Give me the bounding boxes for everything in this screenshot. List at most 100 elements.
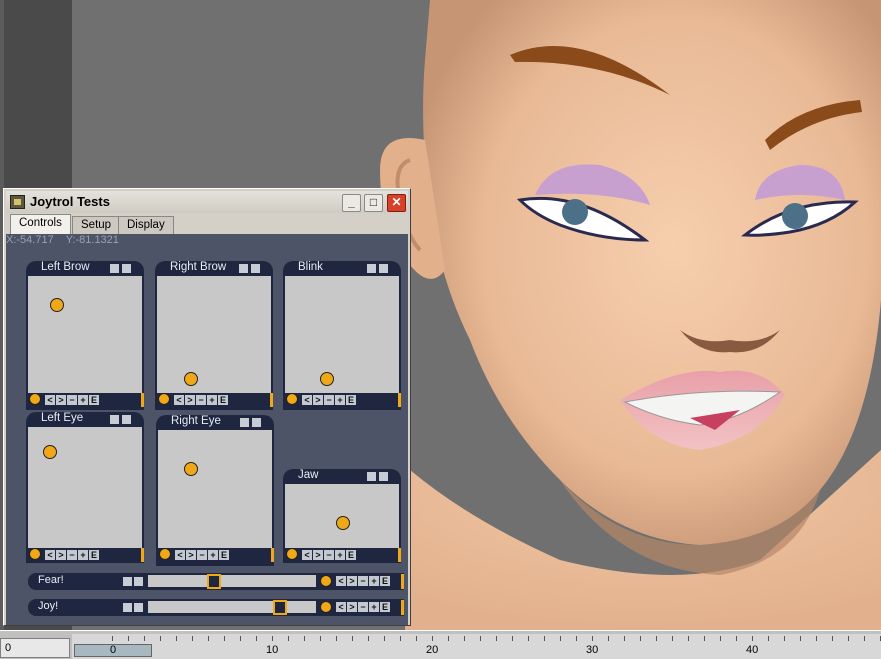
key-icon[interactable] xyxy=(159,548,171,560)
prev-key-button[interactable]: < xyxy=(175,550,185,560)
remove-button[interactable]: − xyxy=(358,602,368,612)
header-toggle-icon[interactable] xyxy=(110,264,119,273)
key-icon[interactable] xyxy=(320,601,332,613)
ruler-tick xyxy=(848,636,849,641)
joystick-2: Right Brow < > − + E xyxy=(155,261,273,410)
header-toggle-icon[interactable] xyxy=(122,264,131,273)
remove-button[interactable]: − xyxy=(196,395,206,405)
coord-y: Y:-81.1321 xyxy=(65,234,119,246)
ruler-tick xyxy=(864,636,865,641)
header-toggle-icon[interactable] xyxy=(239,264,248,273)
slider-toggle-icon[interactable] xyxy=(134,603,143,612)
next-key-button[interactable]: > xyxy=(186,550,196,560)
joystick-field[interactable] xyxy=(158,430,272,548)
joystick-field[interactable] xyxy=(28,427,142,548)
add-button[interactable]: + xyxy=(335,550,345,560)
next-key-button[interactable]: > xyxy=(347,602,357,612)
next-key-button[interactable]: > xyxy=(56,395,66,405)
ruler-tick xyxy=(176,636,177,641)
slider-toggle-icon[interactable] xyxy=(134,577,143,586)
key-icon[interactable] xyxy=(286,393,298,405)
header-toggle-icon[interactable] xyxy=(252,418,261,427)
edit-button[interactable]: E xyxy=(89,395,99,405)
key-icon[interactable] xyxy=(286,548,298,560)
prev-key-button[interactable]: < xyxy=(302,550,312,560)
key-icon[interactable] xyxy=(320,575,332,587)
joystick-knob[interactable] xyxy=(184,462,198,476)
remove-button[interactable]: − xyxy=(358,576,368,586)
joystick-4: Left Eye < > − + E xyxy=(26,412,144,563)
prev-key-button[interactable]: < xyxy=(45,550,55,560)
joystick-field[interactable] xyxy=(285,484,399,548)
header-toggle-icon[interactable] xyxy=(367,472,376,481)
key-icon[interactable] xyxy=(158,393,170,405)
accent-bar xyxy=(141,548,144,562)
joystick-3: Blink < > − + E xyxy=(283,261,401,410)
next-key-button[interactable]: > xyxy=(313,395,323,405)
remove-button[interactable]: − xyxy=(324,550,334,560)
add-button[interactable]: + xyxy=(369,602,379,612)
edit-button[interactable]: E xyxy=(346,395,356,405)
header-toggle-icon[interactable] xyxy=(379,472,388,481)
edit-button[interactable]: E xyxy=(219,550,229,560)
current-frame-field[interactable]: 0 xyxy=(0,638,70,658)
joystick-header: Jaw xyxy=(283,469,401,484)
edit-button[interactable]: E xyxy=(380,602,390,612)
remove-button[interactable]: − xyxy=(67,395,77,405)
header-toggle-icon[interactable] xyxy=(367,264,376,273)
next-key-button[interactable]: > xyxy=(185,395,195,405)
joystick-knob[interactable] xyxy=(184,372,198,386)
joystick-field[interactable] xyxy=(285,276,399,393)
prev-key-button[interactable]: < xyxy=(336,602,346,612)
header-toggle-icon[interactable] xyxy=(251,264,260,273)
add-button[interactable]: + xyxy=(78,550,88,560)
slider-thumb[interactable] xyxy=(273,600,287,615)
remove-button[interactable]: − xyxy=(67,550,77,560)
add-button[interactable]: + xyxy=(78,395,88,405)
header-toggle-icon[interactable] xyxy=(240,418,249,427)
slider-toggle-icon[interactable] xyxy=(123,577,132,586)
title-bar[interactable]: Joytrol Tests _ □ ✕ xyxy=(6,191,408,213)
slider-track[interactable] xyxy=(148,574,316,589)
prev-key-button[interactable]: < xyxy=(336,576,346,586)
slider-toggle-icon[interactable] xyxy=(123,603,132,612)
joystick-knob[interactable] xyxy=(320,372,334,386)
next-key-button[interactable]: > xyxy=(347,576,357,586)
add-button[interactable]: + xyxy=(369,576,379,586)
next-key-button[interactable]: > xyxy=(56,550,66,560)
joystick-field[interactable] xyxy=(157,276,271,393)
next-key-button[interactable]: > xyxy=(313,550,323,560)
prev-key-button[interactable]: < xyxy=(45,395,55,405)
joystick-knob[interactable] xyxy=(336,516,350,530)
slider-thumb[interactable] xyxy=(207,574,221,589)
joystick-knob[interactable] xyxy=(50,298,64,312)
edit-button[interactable]: E xyxy=(346,550,356,560)
slider-track[interactable] xyxy=(148,600,316,615)
tab-controls[interactable]: Controls xyxy=(10,214,71,235)
joystick-knob[interactable] xyxy=(43,445,57,459)
tab-display[interactable]: Display xyxy=(118,216,174,235)
tab-setup[interactable]: Setup xyxy=(72,216,121,235)
prev-key-button[interactable]: < xyxy=(302,395,312,405)
minimize-icon[interactable]: _ xyxy=(342,194,361,212)
header-toggle-icon[interactable] xyxy=(122,415,131,424)
add-button[interactable]: + xyxy=(207,395,217,405)
edit-button[interactable]: E xyxy=(218,395,228,405)
header-toggle-icon[interactable] xyxy=(379,264,388,273)
edit-button[interactable]: E xyxy=(380,576,390,586)
maximize-icon[interactable]: □ xyxy=(364,194,383,212)
key-icon[interactable] xyxy=(29,393,41,405)
add-button[interactable]: + xyxy=(208,550,218,560)
joystick-field[interactable] xyxy=(28,276,142,393)
add-button[interactable]: + xyxy=(335,395,345,405)
timeline[interactable]: 0 0 10 20 30 40 xyxy=(0,630,881,659)
remove-button[interactable]: − xyxy=(197,550,207,560)
key-icon[interactable] xyxy=(29,548,41,560)
slider-label: Fear! xyxy=(38,574,64,586)
header-toggle-icon[interactable] xyxy=(110,415,119,424)
close-icon[interactable]: ✕ xyxy=(387,194,406,212)
timeline-ruler[interactable]: 0 10 20 30 40 xyxy=(72,634,881,659)
prev-key-button[interactable]: < xyxy=(174,395,184,405)
edit-button[interactable]: E xyxy=(89,550,99,560)
remove-button[interactable]: − xyxy=(324,395,334,405)
